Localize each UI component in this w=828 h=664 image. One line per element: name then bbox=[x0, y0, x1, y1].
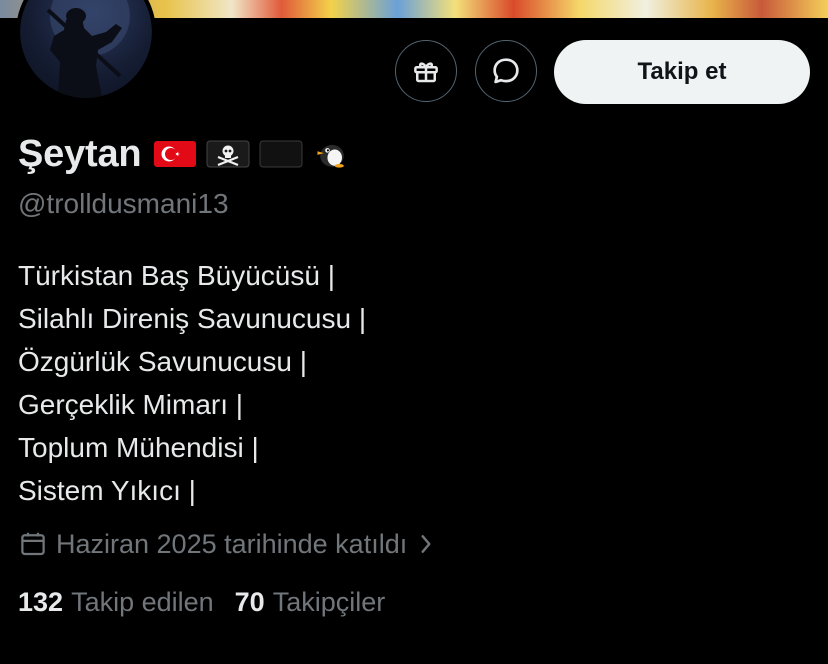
following-label: Takip edilen bbox=[71, 586, 214, 617]
name-emojis bbox=[153, 138, 361, 170]
bio-line: Silahlı Direniş Savunucusu | bbox=[18, 303, 367, 334]
display-name-row: Şeytan bbox=[18, 130, 361, 178]
message-button[interactable] bbox=[475, 40, 537, 102]
gift-icon bbox=[414, 62, 438, 83]
bio-line: Toplum Mühendisi | bbox=[18, 432, 259, 463]
display-name: Şeytan bbox=[18, 132, 142, 175]
followers-label: Takipçiler bbox=[272, 586, 386, 617]
bio-line: Özgürlük Savunucusu | bbox=[18, 346, 307, 377]
chevron-right-icon bbox=[421, 535, 431, 553]
calendar-icon bbox=[21, 532, 45, 556]
avatar-image bbox=[20, 0, 152, 98]
turkey-flag-emoji bbox=[154, 141, 197, 167]
pirate-flag-emoji bbox=[206, 140, 250, 168]
join-date-text: Haziran 2025 tarihinde katıldı bbox=[56, 528, 408, 559]
profile-bio: Türkistan Baş Büyücüsü | Silahlı Direniş… bbox=[18, 254, 366, 512]
penguin-emoji bbox=[317, 144, 345, 168]
follow-stats: 132 Takip edilen 70 Takipçiler bbox=[18, 584, 406, 620]
bio-line: Türkistan Baş Büyücüsü | bbox=[18, 260, 335, 291]
bio-line: Sistem Yıkıcı | bbox=[18, 475, 196, 506]
profile-page: Takip et Şeytan @trolldusmani13 Türkista… bbox=[0, 0, 828, 664]
followers-link[interactable]: 70 Takipçiler bbox=[235, 587, 386, 618]
gift-button[interactable] bbox=[395, 40, 457, 102]
black-flag-emoji bbox=[259, 140, 303, 168]
bio-line: Gerçeklik Mimarı | bbox=[18, 389, 244, 420]
join-date[interactable]: Haziran 2025 tarihinde katıldı bbox=[18, 526, 443, 562]
avatar[interactable] bbox=[16, 0, 156, 102]
message-icon bbox=[493, 58, 519, 84]
profile-handle: @trolldusmani13 bbox=[18, 188, 229, 219]
following-link[interactable]: 132 Takip edilen bbox=[18, 587, 214, 618]
followers-count: 70 bbox=[234, 586, 265, 617]
following-count: 132 bbox=[18, 586, 64, 617]
follow-button[interactable]: Takip et bbox=[554, 40, 810, 104]
